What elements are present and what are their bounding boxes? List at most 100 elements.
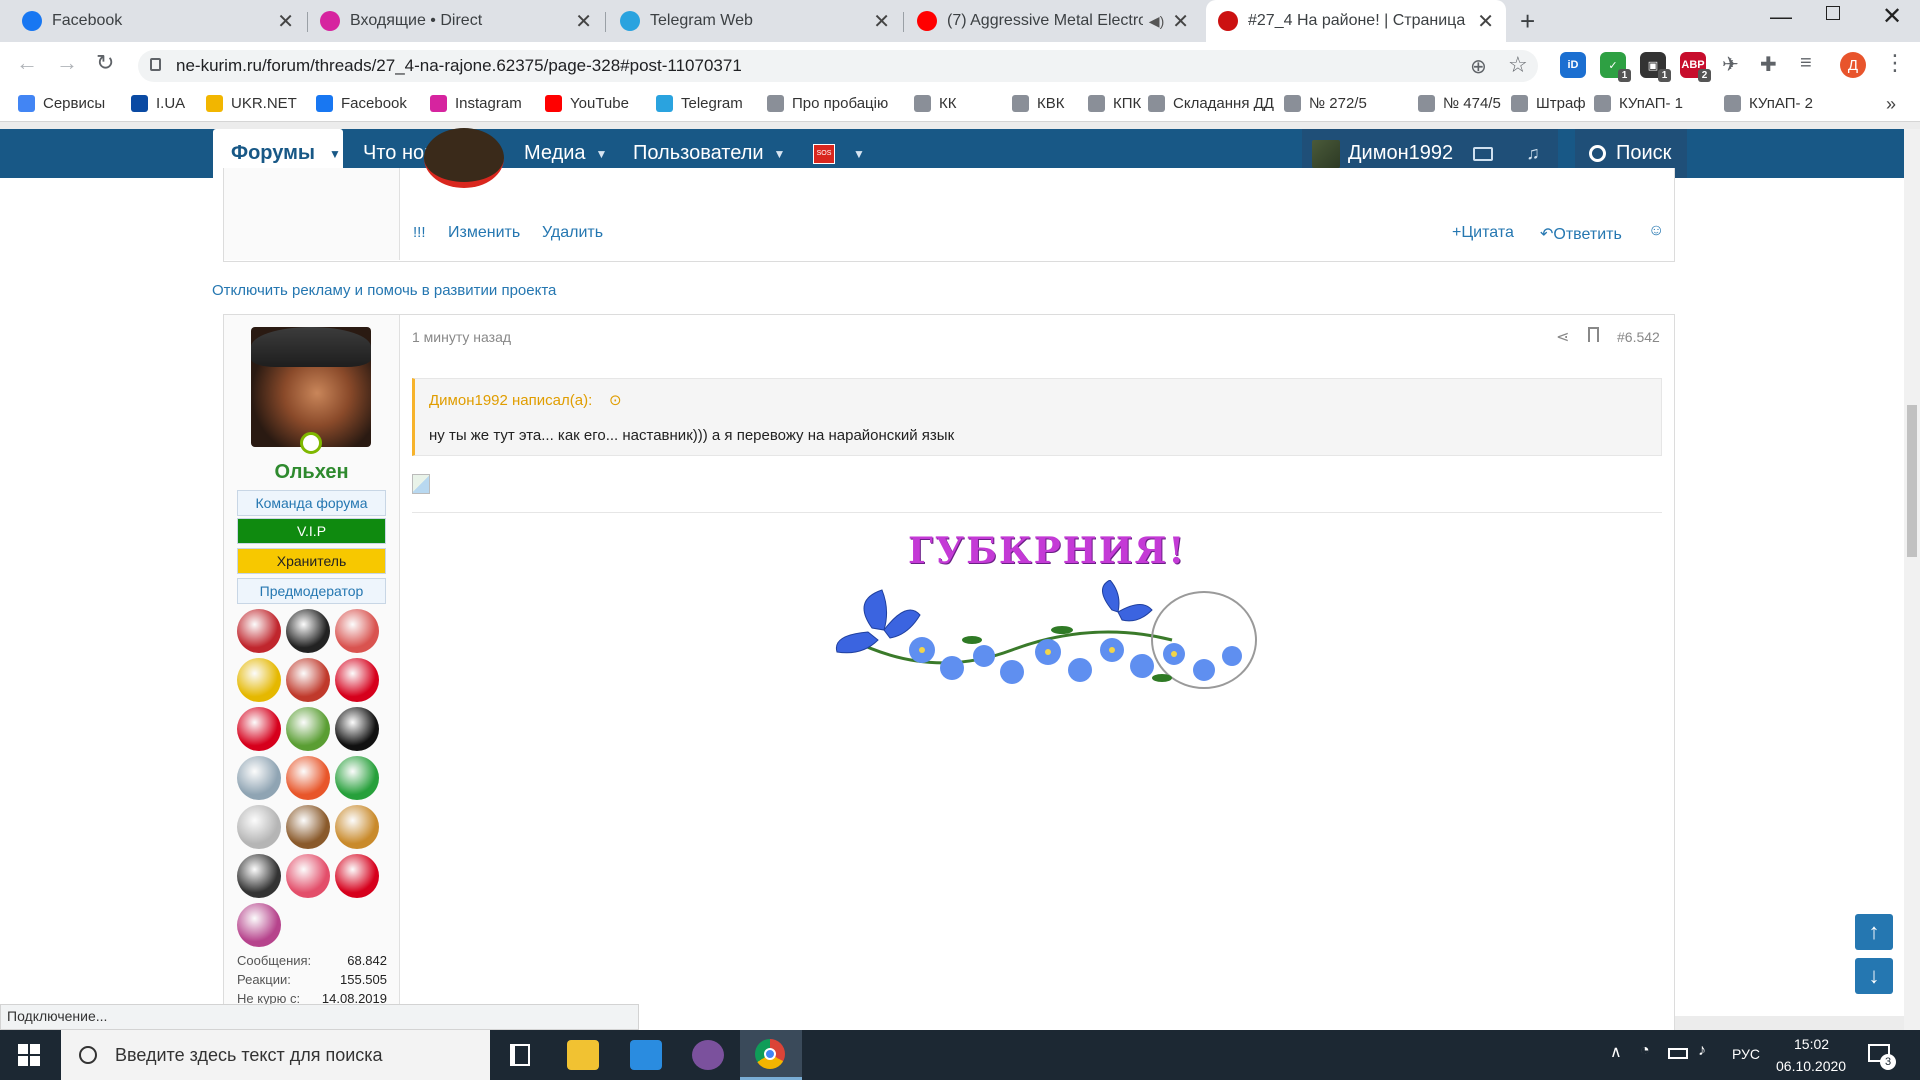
browser-menu-icon[interactable]: ⋮ <box>1884 50 1906 76</box>
bookmark-item[interactable]: Штраф <box>1511 95 1586 112</box>
minimize-button[interactable]: — <box>1770 4 1792 30</box>
trophy-icon[interactable] <box>335 805 379 849</box>
close-tab-icon[interactable]: ✕ <box>575 9 592 34</box>
trophy-icon[interactable] <box>286 658 330 702</box>
reload-button[interactable]: ↻ <box>96 50 114 76</box>
close-tab-icon[interactable]: ✕ <box>873 9 890 34</box>
mail-icon[interactable] <box>630 1040 662 1070</box>
page-scrollbar[interactable] <box>1904 129 1920 1030</box>
back-button[interactable]: ← <box>16 50 38 76</box>
bookmark-item[interactable]: Facebook <box>316 95 407 112</box>
user-badge[interactable]: Команда форума <box>237 490 386 516</box>
bookmark-item[interactable]: КУпАП- 2 <box>1724 95 1813 112</box>
address-bar[interactable]: ne-kurim.ru/forum/threads/27_4-na-rajone… <box>138 50 1538 82</box>
network-icon[interactable]: ◔ <box>1640 1042 1650 1060</box>
bookmark-item[interactable]: UKR.NET <box>206 95 297 112</box>
reply-button[interactable]: ↶Ответить <box>1540 224 1622 244</box>
scroll-top-button[interactable]: ↑ <box>1855 914 1893 950</box>
trophy-icon[interactable] <box>237 658 281 702</box>
clock-time[interactable]: 15:02 <box>1794 1036 1829 1052</box>
trophy-icon[interactable] <box>286 609 330 653</box>
disable-ads-link[interactable]: Отключить рекламу и помочь в развитии пр… <box>212 282 556 299</box>
scrollbar-thumb[interactable] <box>1907 405 1917 557</box>
trophy-icon[interactable] <box>335 756 379 800</box>
post-number[interactable]: #6.542 <box>1617 329 1660 345</box>
trophy-icon[interactable] <box>237 707 281 751</box>
trophy-icon[interactable] <box>237 609 281 653</box>
chevron-down-icon[interactable]: ▼ <box>329 147 341 161</box>
trophy-icon[interactable] <box>286 854 330 898</box>
trophy-icon[interactable] <box>286 805 330 849</box>
bookmark-item[interactable]: КВК <box>1012 95 1064 112</box>
browser-tab[interactable]: Facebook ✕ <box>10 0 306 42</box>
trophy-icon[interactable] <box>237 805 281 849</box>
bookmark-star-icon[interactable]: ☆ <box>1508 52 1528 78</box>
post-author[interactable]: Ольхен <box>237 461 386 484</box>
bookmark-item[interactable]: Instagram <box>430 95 522 112</box>
trophy-icon[interactable] <box>237 854 281 898</box>
bookmark-item[interactable]: I.UA <box>131 95 185 112</box>
adblock-extension[interactable]: ABP 2 <box>1680 52 1711 82</box>
trophy-icon[interactable] <box>335 854 379 898</box>
bookmark-item[interactable]: № 272/5 <box>1284 95 1367 112</box>
edit-link[interactable]: Изменить <box>448 224 520 242</box>
bookmark-item[interactable]: КК <box>914 95 956 112</box>
id-extension[interactable]: iD <box>1560 52 1586 78</box>
bookmark-item[interactable]: Сервисы <box>18 95 105 112</box>
close-window-button[interactable]: ✕ <box>1882 2 1902 31</box>
trophy-icon[interactable] <box>335 609 379 653</box>
media-controls-icon[interactable]: ≡ <box>1800 52 1812 75</box>
bookmark-item[interactable]: Складання ДД <box>1148 95 1274 112</box>
clock-date[interactable]: 06.10.2020 <box>1776 1058 1846 1074</box>
user-badge[interactable]: Предмодератор <box>237 578 386 604</box>
user-badge[interactable]: Хранитель <box>237 548 386 574</box>
post-time[interactable]: 1 минуту назад <box>412 329 511 345</box>
bookmark-item[interactable]: Про пробацію <box>767 95 888 112</box>
close-tab-icon[interactable]: ✕ <box>1477 9 1494 34</box>
marks-link[interactable]: !!! <box>413 224 426 241</box>
browser-tab[interactable]: (7) Aggressive Metal Electro ◀) ✕ <box>905 0 1201 42</box>
scroll-bottom-button[interactable]: ↓ <box>1855 958 1893 994</box>
volume-icon[interactable]: ♪ <box>1698 1042 1706 1060</box>
bookmark-item[interactable]: Telegram <box>656 95 743 112</box>
user-badge[interactable]: V.I.P <box>237 518 386 544</box>
speaker-icon[interactable]: ◀) <box>1149 13 1164 30</box>
extensions-puzzle-icon[interactable]: ✚ <box>1760 52 1777 77</box>
close-tab-icon[interactable]: ✕ <box>277 9 294 34</box>
trophy-icon[interactable] <box>237 903 281 947</box>
browser-tab[interactable]: Telegram Web ✕ <box>608 0 902 42</box>
trophy-icon[interactable] <box>335 707 379 751</box>
user-icon[interactable]: ☺ <box>1648 222 1664 240</box>
jump-to-quote-icon[interactable]: ⊙ <box>609 391 622 409</box>
bookmark-item[interactable]: YouTube <box>545 95 629 112</box>
forward-button[interactable]: → <box>56 50 78 76</box>
share-icon[interactable]: ⋖ <box>1556 327 1569 347</box>
file-explorer-icon[interactable] <box>567 1040 599 1070</box>
bookmark-icon[interactable] <box>1588 327 1599 342</box>
more-bookmarks-icon[interactable]: » <box>1886 94 1896 115</box>
quote-button[interactable]: +Цитата <box>1452 224 1514 242</box>
chrome-taskbar-button[interactable] <box>740 1030 802 1080</box>
add-icon[interactable]: ⊕ <box>1470 54 1487 79</box>
browser-tab[interactable]: #27_4 На районе! | Страница 32 ✕ <box>1206 0 1506 42</box>
trophy-icon[interactable] <box>286 756 330 800</box>
shield-extension[interactable]: ✓ 1 <box>1600 52 1631 82</box>
viber-icon[interactable] <box>692 1040 724 1070</box>
trophy-icon[interactable] <box>286 707 330 751</box>
language-indicator[interactable]: РУС <box>1732 1046 1760 1062</box>
show-hidden-icons[interactable]: ∧ <box>1610 1042 1622 1062</box>
bookmark-item[interactable]: КПК <box>1088 95 1141 112</box>
delete-link[interactable]: Удалить <box>542 224 603 242</box>
trophy-icon[interactable] <box>237 756 281 800</box>
taskbar-search[interactable]: Введите здесь текст для поиска <box>61 1030 490 1080</box>
profile-avatar[interactable]: Д <box>1840 52 1866 78</box>
bookmark-item[interactable]: КУпАП- 1 <box>1594 95 1683 112</box>
send-icon[interactable]: ✈ <box>1722 52 1739 77</box>
user-avatar[interactable] <box>251 327 371 447</box>
task-view-icon[interactable] <box>510 1044 530 1066</box>
new-tab-button[interactable]: + <box>1520 6 1535 37</box>
bookmark-item[interactable]: № 474/5 <box>1418 95 1501 112</box>
close-tab-icon[interactable]: ✕ <box>1172 9 1189 34</box>
maximize-button[interactable] <box>1826 6 1840 20</box>
battery-icon[interactable] <box>1668 1048 1688 1059</box>
